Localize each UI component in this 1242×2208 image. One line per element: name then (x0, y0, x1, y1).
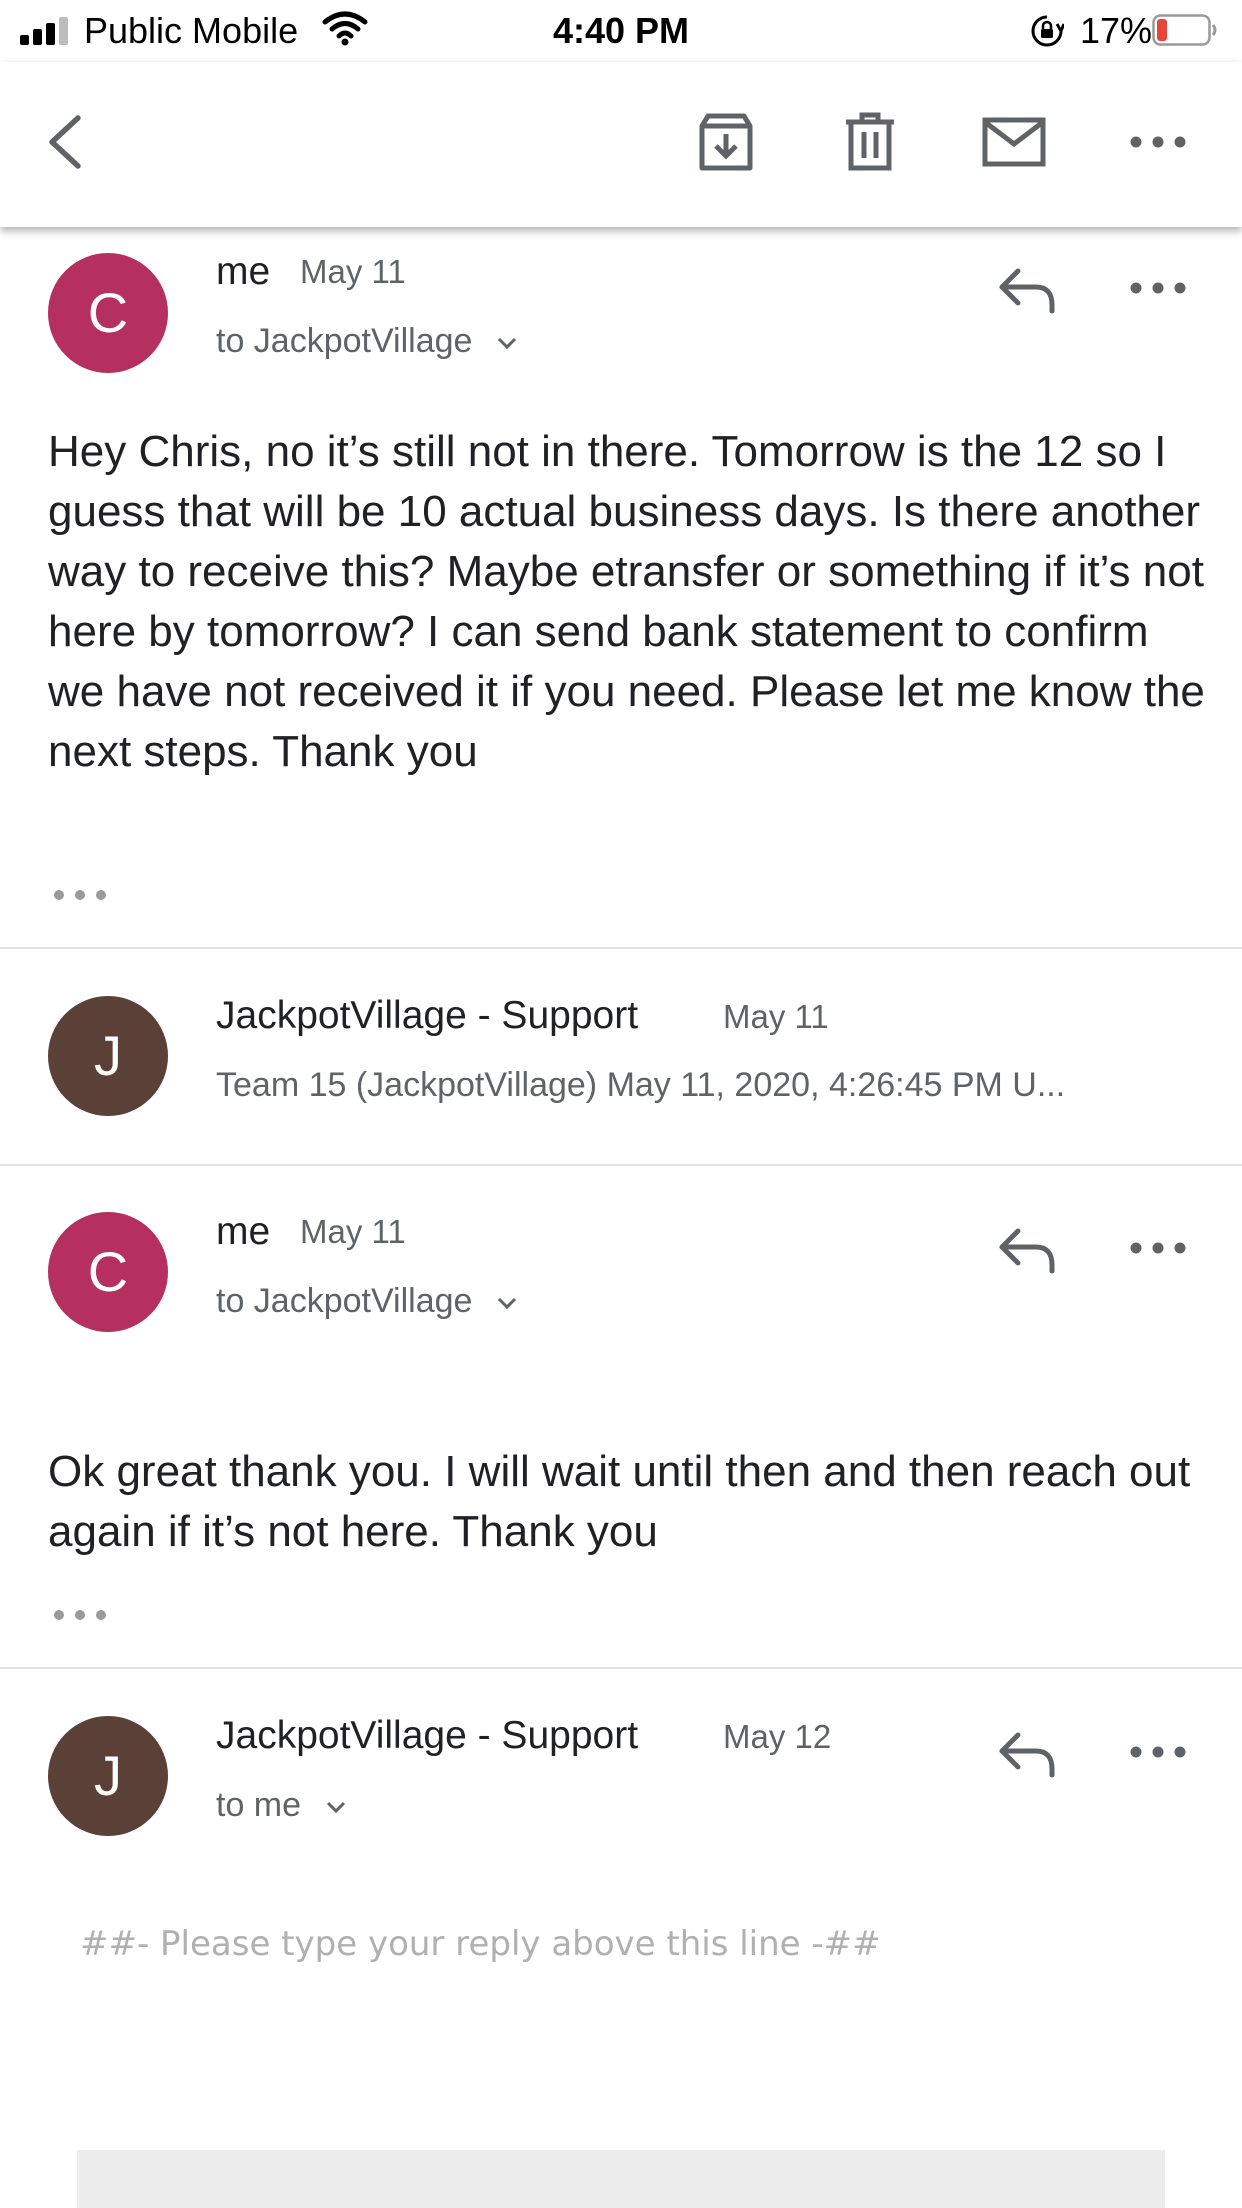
more-icon[interactable] (1126, 1223, 1190, 1273)
expand-quoted-icon[interactable] (52, 1608, 108, 1622)
message-date: May 12 (723, 1718, 832, 1755)
chevron-down-icon (326, 1801, 345, 1814)
message-date: May 11 (300, 1213, 406, 1250)
divider (0, 1667, 1242, 1669)
message-body: Ok great thank you. I will wait until th… (48, 1447, 1191, 1556)
quoted-content-box (77, 2150, 1165, 2208)
archive-icon[interactable] (694, 110, 758, 174)
recipient-toggle[interactable]: to me (216, 1786, 347, 1825)
more-icon[interactable] (1126, 110, 1190, 174)
avatar[interactable]: J (48, 1716, 168, 1836)
rotation-lock-icon (1031, 15, 1064, 47)
sender-name: JackpotVillage - Support (216, 1714, 639, 1757)
recipient-label: to me (216, 1786, 302, 1824)
mark-unread-icon[interactable] (982, 110, 1046, 174)
avatar[interactable]: C (48, 1212, 168, 1332)
avatar[interactable]: C (48, 253, 168, 373)
sender-name: me (216, 250, 271, 293)
avatar[interactable]: J (48, 996, 168, 1116)
message-date: May 11 (723, 998, 829, 1035)
more-icon[interactable] (1126, 1727, 1190, 1777)
message-date: May 11 (300, 253, 406, 290)
chevron-down-icon (497, 337, 516, 350)
reply-icon[interactable] (996, 1225, 1060, 1275)
battery-level (1157, 19, 1167, 41)
trash-icon[interactable] (838, 110, 902, 174)
recipient-toggle[interactable]: to JackpotVillage (216, 322, 518, 361)
status-bar: Public Mobile 4:40 PM 17% (0, 0, 1242, 62)
divider (0, 947, 1242, 949)
battery-icon (1152, 14, 1217, 46)
chevron-down-icon (497, 1297, 516, 1310)
reply-icon[interactable] (996, 1729, 1060, 1779)
recipient-label: to JackpotVillage (216, 322, 473, 360)
top-toolbar (0, 62, 1242, 227)
reply-separator-line: ##- Please type your reply above this li… (80, 1924, 881, 1964)
expand-quoted-icon[interactable] (52, 888, 108, 902)
recipient-label: to JackpotVillage (216, 1282, 473, 1320)
divider (0, 1164, 1242, 1166)
sender-name: me (216, 1210, 271, 1253)
more-icon[interactable] (1126, 263, 1190, 313)
back-arrow-icon[interactable] (36, 110, 100, 174)
battery-percent: 17% (1080, 10, 1153, 51)
message-preview[interactable]: Team 15 (JackpotVillage) May 11, 2020, 4… (216, 1066, 1065, 1105)
sender-name: JackpotVillage - Support (216, 994, 639, 1037)
message-body: Hey Chris, no it’s still not in there. T… (48, 427, 1205, 776)
reply-icon[interactable] (996, 265, 1060, 315)
recipient-toggle[interactable]: to JackpotVillage (216, 1282, 518, 1321)
